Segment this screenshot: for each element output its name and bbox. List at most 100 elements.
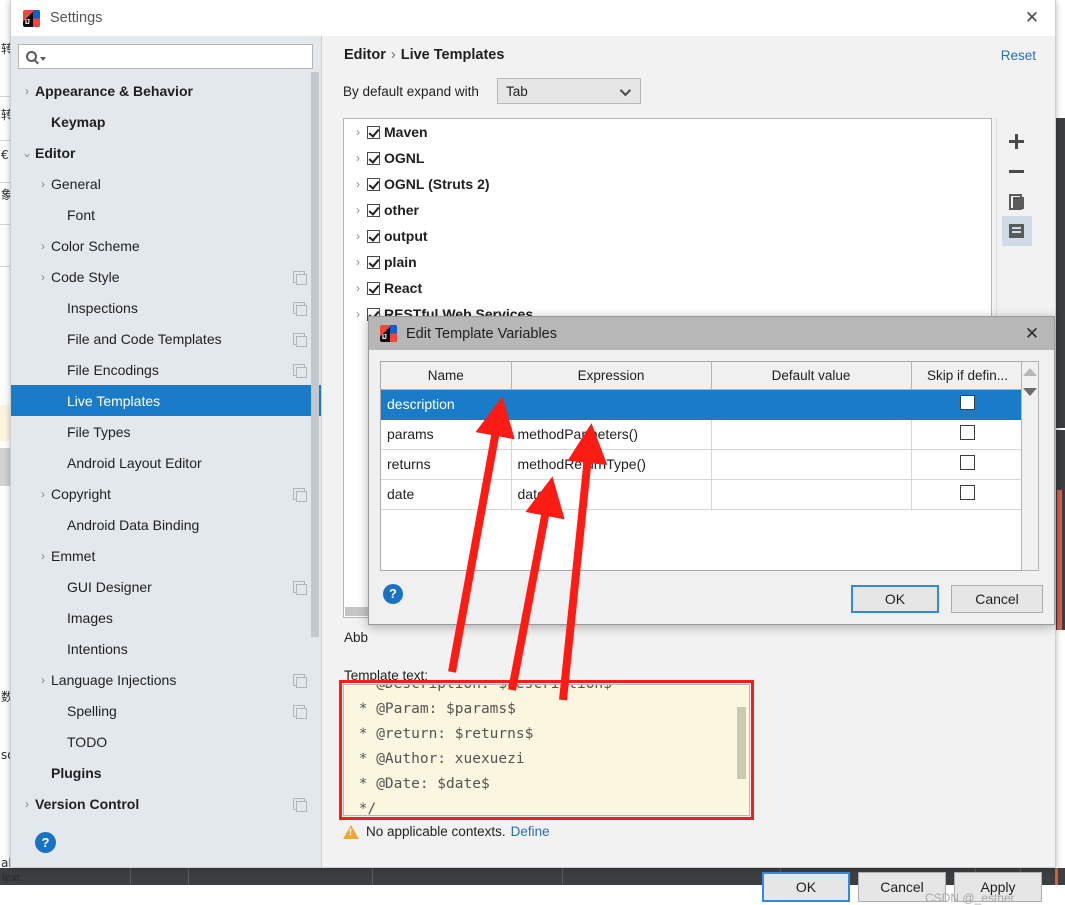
- table-cell-default[interactable]: [711, 389, 912, 420]
- skip-if-defined-checkbox[interactable]: [959, 395, 975, 410]
- template-group-row[interactable]: › other: [344, 197, 991, 223]
- chevron-right-icon[interactable]: ›: [35, 550, 51, 562]
- sidebar-item-gui-designer[interactable]: ›GUI Designer: [11, 571, 321, 602]
- sidebar-item-intentions[interactable]: ›Intentions: [11, 633, 321, 664]
- sidebar-item-general[interactable]: › General: [11, 168, 321, 199]
- table-row[interactable]: returns methodReturnType(): [381, 449, 1024, 480]
- template-group-row[interactable]: › output: [344, 223, 991, 249]
- table-column-header[interactable]: Expression: [511, 362, 712, 390]
- template-group-checkbox[interactable]: [367, 255, 380, 269]
- template-group-checkbox[interactable]: [367, 177, 380, 191]
- template-group-checkbox[interactable]: [367, 229, 380, 243]
- table-row[interactable]: description: [381, 389, 1024, 420]
- triangle-up-icon[interactable]: [1023, 368, 1037, 376]
- skip-if-defined-checkbox[interactable]: [959, 425, 975, 440]
- chevron-down-icon[interactable]: ⌄: [19, 147, 35, 159]
- template-group-row[interactable]: › OGNL: [344, 145, 991, 171]
- table-cell-name[interactable]: date: [381, 479, 512, 510]
- table-cell-name[interactable]: returns: [381, 449, 512, 480]
- chevron-right-icon[interactable]: ›: [349, 281, 367, 295]
- breadcrumb-root[interactable]: Editor: [344, 47, 386, 63]
- chevron-right-icon[interactable]: ›: [349, 203, 367, 217]
- ok-button[interactable]: OK: [762, 872, 850, 902]
- table-row[interactable]: date date(): [381, 479, 1024, 510]
- sidebar-item-spelling[interactable]: ›Spelling: [11, 695, 321, 726]
- template-text-scrollbar[interactable]: [737, 707, 746, 779]
- sidebar-item-file-types[interactable]: ›File Types: [11, 416, 321, 447]
- sidebar-item-android-layout-editor[interactable]: ›Android Layout Editor: [11, 447, 321, 478]
- variables-table-scroll-buttons[interactable]: [1021, 361, 1039, 571]
- sidebar-item-live-templates[interactable]: ›Live Templates: [11, 385, 321, 416]
- template-group-checkbox[interactable]: [367, 281, 380, 295]
- sidebar-item-emmet[interactable]: › Emmet: [11, 540, 321, 571]
- sidebar-item-appearance-behavior[interactable]: › Appearance & Behavior: [11, 75, 321, 106]
- sidebar-item-copyright[interactable]: › Copyright: [11, 478, 321, 509]
- template-group-row[interactable]: › React: [344, 275, 991, 301]
- chevron-right-icon[interactable]: ›: [349, 177, 367, 191]
- table-cell-skip[interactable]: [911, 479, 1024, 510]
- template-group-row[interactable]: › Maven: [344, 119, 991, 145]
- help-button[interactable]: ?: [35, 832, 56, 853]
- chevron-right-icon[interactable]: ›: [19, 798, 35, 810]
- chevron-right-icon[interactable]: ›: [349, 151, 367, 165]
- variables-table[interactable]: Name Expression Default value Skip if defin…: [381, 362, 1024, 510]
- add-template-button[interactable]: [1002, 126, 1032, 156]
- sidebar-item-file-and-code-templates[interactable]: ›File and Code Templates: [11, 323, 321, 354]
- template-group-checkbox[interactable]: [367, 151, 380, 165]
- sidebar-item-editor[interactable]: ⌄ Editor: [11, 137, 321, 168]
- table-cell-expression[interactable]: methodReturnType(): [511, 449, 712, 480]
- reset-link[interactable]: Reset: [1001, 48, 1036, 63]
- expand-with-select[interactable]: Tab: [497, 78, 641, 104]
- chevron-right-icon[interactable]: ›: [35, 271, 51, 283]
- skip-if-defined-checkbox[interactable]: [959, 485, 975, 500]
- dialog-ok-button[interactable]: OK: [851, 585, 939, 613]
- template-group-checkbox[interactable]: [367, 125, 380, 139]
- sidebar-item-todo[interactable]: ›TODO: [11, 726, 321, 757]
- sidebar-item-version-control[interactable]: › Version Control: [11, 788, 321, 819]
- duplicate-template-button[interactable]: [1002, 186, 1032, 216]
- dialog-help-button[interactable]: ?: [383, 584, 403, 604]
- table-cell-skip[interactable]: [911, 389, 1024, 420]
- table-cell-default[interactable]: [711, 419, 912, 450]
- template-group-checkbox[interactable]: [367, 203, 380, 217]
- chevron-right-icon[interactable]: ›: [349, 255, 367, 269]
- sidebar-item-android-data-binding[interactable]: ›Android Data Binding: [11, 509, 321, 540]
- table-column-header[interactable]: Name: [381, 362, 512, 390]
- template-group-row[interactable]: › OGNL (Struts 2): [344, 171, 991, 197]
- remove-template-button[interactable]: [1002, 156, 1032, 186]
- table-column-header[interactable]: Default value: [711, 362, 912, 390]
- table-cell-skip[interactable]: [911, 419, 1024, 450]
- sidebar-item-font[interactable]: ›Font: [11, 199, 321, 230]
- sidebar-item-keymap[interactable]: ›Keymap: [11, 106, 321, 137]
- table-cell-name[interactable]: params: [381, 419, 512, 450]
- template-group-button[interactable]: [1001, 216, 1032, 246]
- table-cell-expression[interactable]: date(): [511, 479, 712, 510]
- table-cell-default[interactable]: [711, 449, 912, 480]
- table-row[interactable]: params methodParmeters(): [381, 419, 1024, 450]
- chevron-right-icon[interactable]: ›: [19, 85, 35, 97]
- table-column-header[interactable]: Skip if defin...: [911, 362, 1024, 390]
- skip-if-defined-checkbox[interactable]: [959, 455, 975, 470]
- chevron-right-icon[interactable]: ›: [349, 125, 367, 139]
- sidebar-item-file-encodings[interactable]: ›File Encodings: [11, 354, 321, 385]
- close-icon[interactable]: ✕: [1009, 0, 1055, 36]
- dialog-cancel-button[interactable]: Cancel: [951, 585, 1043, 613]
- chevron-right-icon[interactable]: ›: [35, 488, 51, 500]
- chevron-right-icon[interactable]: ›: [35, 674, 51, 686]
- close-icon[interactable]: ✕: [1010, 317, 1054, 350]
- chevron-right-icon[interactable]: ›: [349, 229, 367, 243]
- sidebar-item-language-injections[interactable]: › Language Injections: [11, 664, 321, 695]
- table-cell-skip[interactable]: [911, 449, 1024, 480]
- sidebar-item-color-scheme[interactable]: › Color Scheme: [11, 230, 321, 261]
- triangle-down-icon[interactable]: [1023, 388, 1037, 396]
- sidebar-item-code-style[interactable]: › Code Style: [11, 261, 321, 292]
- sidebar-item-plugins[interactable]: ›Plugins: [11, 757, 321, 788]
- table-cell-expression[interactable]: [511, 389, 712, 420]
- search-box[interactable]: [18, 44, 313, 69]
- table-cell-name[interactable]: description: [381, 389, 512, 420]
- sidebar-item-inspections[interactable]: ›Inspections: [11, 292, 321, 323]
- search-input[interactable]: [46, 46, 312, 67]
- table-cell-default[interactable]: [711, 479, 912, 510]
- chevron-right-icon[interactable]: ›: [35, 240, 51, 252]
- table-cell-expression[interactable]: methodParmeters(): [511, 419, 712, 450]
